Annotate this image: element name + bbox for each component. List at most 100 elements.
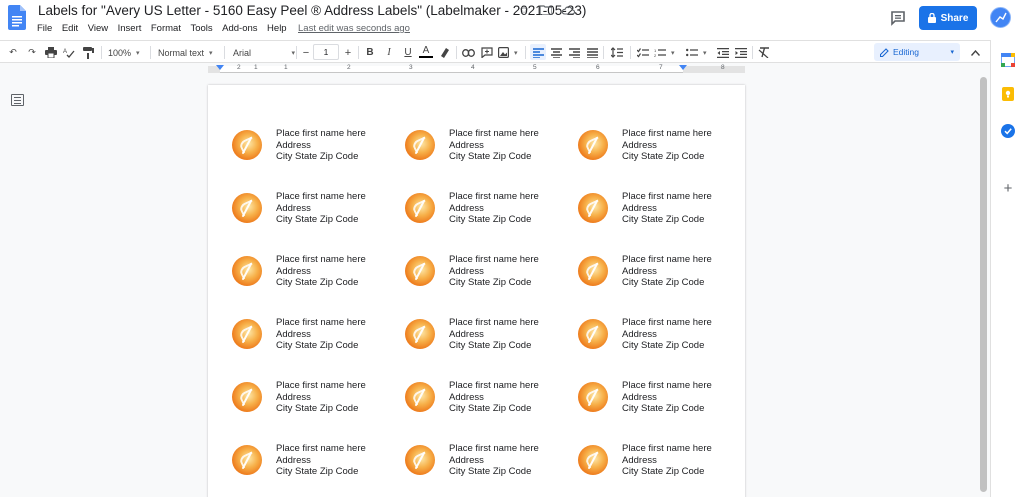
paint-format-icon[interactable] bbox=[81, 45, 95, 60]
label-text[interactable]: Place first name here Address City State Z… bbox=[449, 380, 539, 415]
label-line2: Address bbox=[276, 328, 311, 340]
label-line3: City State Zip Code bbox=[622, 466, 705, 477]
add-comment-icon[interactable] bbox=[480, 45, 494, 60]
insert-image-icon[interactable] bbox=[498, 45, 518, 60]
address-label[interactable]: Place first name here Address City State Z… bbox=[405, 380, 575, 430]
vertical-scrollbar[interactable] bbox=[977, 75, 990, 497]
decrease-font-size-button[interactable]: − bbox=[299, 45, 313, 60]
editing-mode-select[interactable]: Editing ▾ bbox=[874, 43, 960, 61]
wheat-logo-icon bbox=[578, 130, 608, 160]
address-label[interactable]: Place first name here Address City State Z… bbox=[232, 380, 402, 430]
share-button[interactable]: Share bbox=[919, 6, 977, 30]
label-text[interactable]: Place first name here Address City State Z… bbox=[276, 254, 366, 289]
address-label[interactable]: Place first name here Address City State Z… bbox=[405, 191, 575, 241]
address-label[interactable]: Place first name here Address City State Z… bbox=[578, 254, 748, 304]
address-label[interactable]: Place first name here Address City State Z… bbox=[578, 443, 748, 493]
comment-history-icon[interactable] bbox=[889, 9, 907, 27]
underline-button[interactable]: U bbox=[401, 45, 415, 60]
address-label[interactable]: Place first name here Address City State Z… bbox=[232, 128, 402, 178]
document-title[interactable]: Labels for "Avery US Letter - 5160 Easy … bbox=[38, 3, 586, 18]
label-text[interactable]: Place first name here Address City State Z… bbox=[622, 380, 712, 415]
address-label[interactable]: Place first name here Address City State Z… bbox=[405, 443, 575, 493]
label-text[interactable]: Place first name here Address City State Z… bbox=[449, 443, 539, 478]
label-text[interactable]: Place first name here Address City State Z… bbox=[622, 191, 712, 226]
hide-menus-icon[interactable] bbox=[968, 45, 982, 60]
scrollbar-thumb[interactable] bbox=[980, 77, 987, 492]
label-text[interactable]: Place first name here Address City State Z… bbox=[276, 443, 366, 478]
move-folder-icon[interactable] bbox=[539, 3, 553, 17]
address-label[interactable]: Place first name here Address City State Z… bbox=[232, 317, 402, 367]
address-label[interactable]: Place first name here Address City State Z… bbox=[405, 128, 575, 178]
style-select[interactable]: Normal text bbox=[158, 45, 213, 60]
font-size-input[interactable]: 1 bbox=[313, 44, 339, 60]
line-spacing-icon[interactable] bbox=[610, 45, 624, 60]
spellcheck-icon[interactable]: A bbox=[62, 45, 76, 60]
text-color-button[interactable]: A bbox=[419, 45, 433, 58]
address-label[interactable]: Place first name here Address City State Z… bbox=[578, 128, 748, 178]
menu-format[interactable]: Format bbox=[151, 23, 181, 34]
menu-addons[interactable]: Add-ons bbox=[222, 23, 257, 34]
decrease-indent-icon[interactable] bbox=[716, 45, 730, 60]
menu-tools[interactable]: Tools bbox=[190, 23, 212, 34]
font-name: Arial bbox=[233, 47, 252, 58]
increase-font-size-button[interactable]: + bbox=[341, 45, 355, 60]
label-text[interactable]: Place first name here Address City State Z… bbox=[449, 317, 539, 352]
address-label[interactable]: Place first name here Address City State Z… bbox=[578, 317, 748, 367]
cloud-status-icon[interactable] bbox=[561, 3, 575, 17]
label-text[interactable]: Place first name here Address City State Z… bbox=[622, 317, 712, 352]
align-center-icon[interactable] bbox=[549, 45, 563, 60]
label-text[interactable]: Place first name here Address City State Z… bbox=[622, 254, 712, 289]
clear-formatting-icon[interactable] bbox=[757, 45, 771, 60]
label-text[interactable]: Place first name here Address City State Z… bbox=[276, 128, 366, 163]
label-text[interactable]: Place first name here Address City State Z… bbox=[276, 317, 366, 352]
italic-button[interactable]: I bbox=[382, 45, 396, 60]
right-indent-marker[interactable] bbox=[679, 65, 687, 70]
checklist-icon[interactable] bbox=[636, 45, 650, 60]
align-left-icon[interactable] bbox=[531, 45, 545, 60]
menu-edit[interactable]: Edit bbox=[62, 23, 78, 34]
ruler-number: 6 bbox=[596, 64, 600, 71]
undo-icon[interactable]: ↶ bbox=[6, 45, 20, 60]
star-icon[interactable]: ☆ bbox=[517, 3, 531, 17]
address-label[interactable]: Place first name here Address City State Z… bbox=[578, 191, 748, 241]
calendar-icon[interactable] bbox=[1000, 52, 1016, 68]
label-text[interactable]: Place first name here Address City State Z… bbox=[276, 191, 366, 226]
address-label[interactable]: Place first name here Address City State Z… bbox=[232, 443, 402, 493]
zoom-select[interactable]: 100% bbox=[108, 45, 140, 60]
add-addon-icon[interactable]: + bbox=[1001, 181, 1015, 196]
last-edit-link[interactable]: Last edit was seconds ago bbox=[298, 23, 410, 34]
redo-icon[interactable]: ↷ bbox=[25, 45, 39, 60]
print-icon[interactable] bbox=[44, 45, 58, 60]
menu-insert[interactable]: Insert bbox=[118, 23, 142, 34]
font-select[interactable]: Arial bbox=[233, 45, 295, 60]
label-text[interactable]: Place first name here Address City State Z… bbox=[449, 191, 539, 226]
increase-indent-icon[interactable] bbox=[734, 45, 748, 60]
insert-link-icon[interactable] bbox=[461, 45, 475, 60]
label-text[interactable]: Place first name here Address City State Z… bbox=[276, 380, 366, 415]
justify-icon[interactable] bbox=[585, 45, 599, 60]
menu-help[interactable]: Help bbox=[267, 23, 287, 34]
bulleted-list-icon[interactable] bbox=[686, 45, 707, 60]
numbered-list-icon[interactable]: 12 bbox=[654, 45, 675, 60]
address-label[interactable]: Place first name here Address City State Z… bbox=[232, 254, 402, 304]
menu-view[interactable]: View bbox=[88, 23, 108, 34]
tasks-icon[interactable] bbox=[1001, 124, 1015, 138]
address-label[interactable]: Place first name here Address City State Z… bbox=[232, 191, 402, 241]
label-text[interactable]: Place first name here Address City State Z… bbox=[622, 128, 712, 163]
docs-logo-icon[interactable] bbox=[8, 5, 26, 30]
address-label[interactable]: Place first name here Address City State Z… bbox=[405, 317, 575, 367]
document-outline-icon[interactable] bbox=[11, 94, 24, 106]
left-indent-marker[interactable] bbox=[216, 65, 224, 70]
menu-file[interactable]: File bbox=[37, 23, 52, 34]
avatar[interactable] bbox=[990, 7, 1011, 28]
label-text[interactable]: Place first name here Address City State Z… bbox=[449, 128, 539, 163]
align-right-icon[interactable] bbox=[567, 45, 581, 60]
address-label[interactable]: Place first name here Address City State Z… bbox=[578, 380, 748, 430]
label-text[interactable]: Place first name here Address City State Z… bbox=[449, 254, 539, 289]
label-text[interactable]: Place first name here Address City State Z… bbox=[622, 443, 712, 478]
address-label[interactable]: Place first name here Address City State Z… bbox=[405, 254, 575, 304]
bold-button[interactable]: B bbox=[363, 45, 377, 60]
highlight-color-icon[interactable] bbox=[437, 45, 451, 60]
keep-icon[interactable] bbox=[1001, 87, 1015, 101]
document-page[interactable]: Place first name here Address City State Z… bbox=[208, 85, 745, 497]
